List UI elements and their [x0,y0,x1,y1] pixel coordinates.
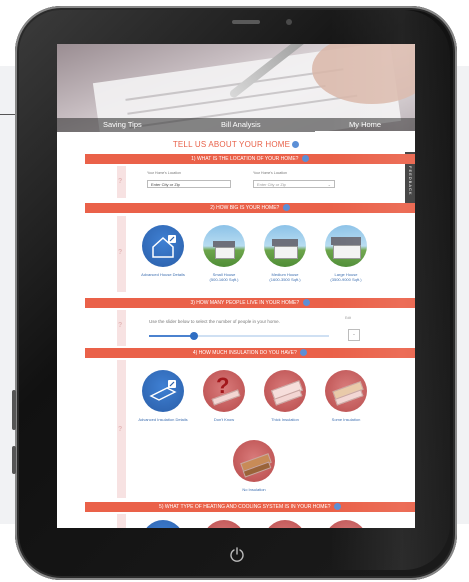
volume-button [12,390,16,430]
heating-option-4[interactable] [325,520,367,528]
house-body [274,246,298,259]
chevron-down-icon: ⌄ [327,182,331,187]
some-insulation-label: Some Insulation [331,417,361,422]
advanced-house-option[interactable] [142,225,184,267]
people-count-label: Edit [345,316,352,320]
question-3-label: 3) HOW MANY PEOPLE LIVE IN YOUR HOME? [190,300,300,306]
house-roof [331,237,361,245]
info-icon[interactable] [292,141,300,149]
question-4-bar: 4) HOW MUCH INSULATION DO YOU HAVE? [85,348,415,358]
question-2-label: 2) HOW BIG IS YOUR HOME? [210,205,280,211]
no-insulation-label: No Insulation [242,487,266,492]
location-input[interactable]: Enter City or Zip [147,180,231,188]
advanced-insulation-label: Advanced Insulation Details [138,417,188,422]
people-slider-fill [149,335,194,337]
power-icon[interactable] [229,546,245,562]
question-5-bar: 5) WHAT TYPE OF HEATING AND COOLING SYST… [85,502,415,512]
house-roof [272,239,298,246]
question-column [117,514,126,528]
large-house-option[interactable] [325,225,367,267]
question-5-label: 5) WHAT TYPE OF HEATING AND COOLING SYST… [159,504,331,510]
page-title: TELL US ABOUT YOUR HOME [57,140,415,149]
heating-option-2[interactable] [203,520,245,528]
house-body [215,247,235,259]
large-house-label: Large House (3500-9000 Sqft.) [318,272,374,282]
heating-option-1[interactable] [142,520,184,528]
active-tab-indicator [315,131,415,133]
tablet-camera [286,19,292,25]
nav-my-home[interactable]: My Home [349,120,381,129]
location-label-2: Your Home's Location [253,171,288,175]
question-1-label: 1) WHAT IS THE LOCATION OF YOUR HOME? [191,156,299,162]
no-insulation-option[interactable] [233,440,275,482]
main-nav: Saving Tips Bill Analysis My Home [57,118,415,132]
house-blueprint-icon [152,235,176,258]
option-sublabel: (3500-9000 Sqft.) [330,277,362,282]
medium-house-label: Medium House (1600-3500 Sqft.) [257,272,313,282]
info-icon[interactable] [302,299,310,307]
side-button [12,446,16,474]
question-2-bar: 2) HOW BIG IS YOUR HOME? [85,203,415,213]
question-mark-icon: ? [216,373,230,398]
small-house-label: Small House (500-1600 Sqft.) [196,272,252,282]
nav-bill-analysis[interactable]: Bill Analysis [221,120,261,129]
question-4-label: 4) HOW MUCH INSULATION DO YOU HAVE? [192,350,297,356]
question-1-bar: 1) WHAT IS THE LOCATION OF YOUR HOME? [85,154,415,164]
option-sublabel: (500-1600 Sqft.) [209,277,239,282]
dont-know-label: Don't Know [213,417,235,422]
nav-saving-tips[interactable]: Saving Tips [103,120,142,129]
medium-house-option[interactable] [264,225,306,267]
location-select-value: Enter City or Zip [257,182,286,187]
question-mark-icon: ? [118,249,123,256]
advanced-house-label: Advanced House Details [135,272,191,277]
question-mark-icon: ? [118,322,123,329]
small-house-option[interactable] [203,225,245,267]
thick-insulation-option[interactable] [264,370,306,412]
house-body [333,245,361,259]
question-mark-icon: ? [118,426,123,433]
tablet-screen: Saving Tips Bill Analysis My Home TELL U… [57,44,415,528]
info-icon[interactable] [333,503,341,511]
question-3-bar: 3) HOW MANY PEOPLE LIVE IN YOUR HOME? [85,298,415,308]
dont-know-option[interactable]: ? [203,370,245,412]
page-title-text: TELL US ABOUT YOUR HOME [172,140,291,149]
info-icon[interactable] [301,155,309,163]
location-label: Your Home's Location [147,171,182,175]
people-slider-handle[interactable] [190,332,198,340]
some-insulation-option[interactable] [325,370,367,412]
advanced-insulation-option[interactable] [142,370,184,412]
info-icon[interactable] [282,204,290,212]
slider-instructions: Use the slider below to select the numbe… [149,319,280,324]
insulation-blueprint-icon [149,380,177,401]
heating-option-3[interactable] [264,520,306,528]
info-icon[interactable] [300,349,308,357]
question-mark-icon: ? [118,178,123,185]
thick-insulation-label: Thick Insulation [271,417,299,422]
option-sublabel: (1600-3500 Sqft.) [269,277,301,282]
location-select[interactable]: Enter City or Zip ⌄ [253,180,335,188]
people-count-box[interactable]: - [348,329,360,341]
option-label: Advanced House Details [141,272,185,277]
tablet-speaker [232,20,260,24]
